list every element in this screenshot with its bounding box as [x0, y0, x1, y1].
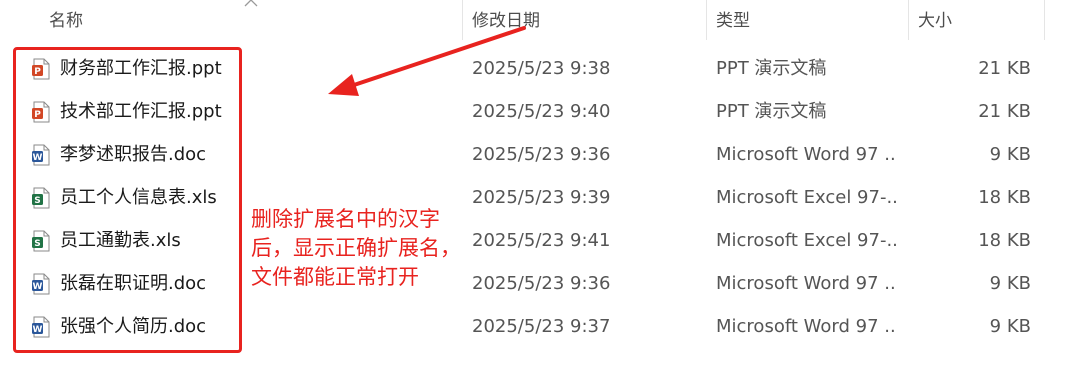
file-type: Microsoft Word 97 ...: [716, 316, 896, 337]
file-size: 9 KB: [989, 144, 1031, 165]
highlight-box: [13, 47, 242, 353]
file-type: Microsoft Excel 97-...: [716, 230, 896, 251]
column-header-type[interactable]: 类型: [716, 10, 750, 32]
file-type: Microsoft Excel 97-...: [716, 187, 896, 208]
column-divider[interactable]: [908, 0, 909, 40]
file-type: PPT 演示文稿: [716, 58, 827, 79]
file-date: 2025/5/23 9:39: [472, 187, 611, 208]
file-date: 2025/5/23 9:38: [472, 58, 611, 79]
column-divider[interactable]: [1044, 0, 1045, 40]
file-type: Microsoft Word 97 ...: [716, 273, 896, 294]
file-size: 18 KB: [978, 230, 1031, 251]
file-date: 2025/5/23 9:41: [472, 230, 611, 251]
file-size: 18 KB: [978, 187, 1031, 208]
file-type: Microsoft Word 97 ...: [716, 144, 896, 165]
column-header-size[interactable]: 大小: [918, 10, 952, 32]
sort-ascending-icon: [244, 0, 258, 7]
file-date: 2025/5/23 9:37: [472, 316, 611, 337]
file-size: 21 KB: [978, 101, 1031, 122]
file-size: 21 KB: [978, 58, 1031, 79]
file-date: 2025/5/23 9:40: [472, 101, 611, 122]
annotation-text: 删除扩展名中的汉字 后，显示正确扩展名， 文件都能正常打开: [251, 207, 461, 289]
file-date: 2025/5/23 9:36: [472, 144, 611, 165]
column-header-bar: 名称 修改日期 类型 大小: [0, 0, 1065, 40]
column-header-date[interactable]: 修改日期: [472, 10, 540, 32]
file-size: 9 KB: [989, 273, 1031, 294]
file-size: 9 KB: [989, 316, 1031, 337]
column-divider[interactable]: [706, 0, 707, 40]
column-divider[interactable]: [462, 0, 463, 40]
file-date: 2025/5/23 9:36: [472, 273, 611, 294]
file-type: PPT 演示文稿: [716, 101, 827, 122]
column-header-name[interactable]: 名称: [49, 10, 83, 32]
